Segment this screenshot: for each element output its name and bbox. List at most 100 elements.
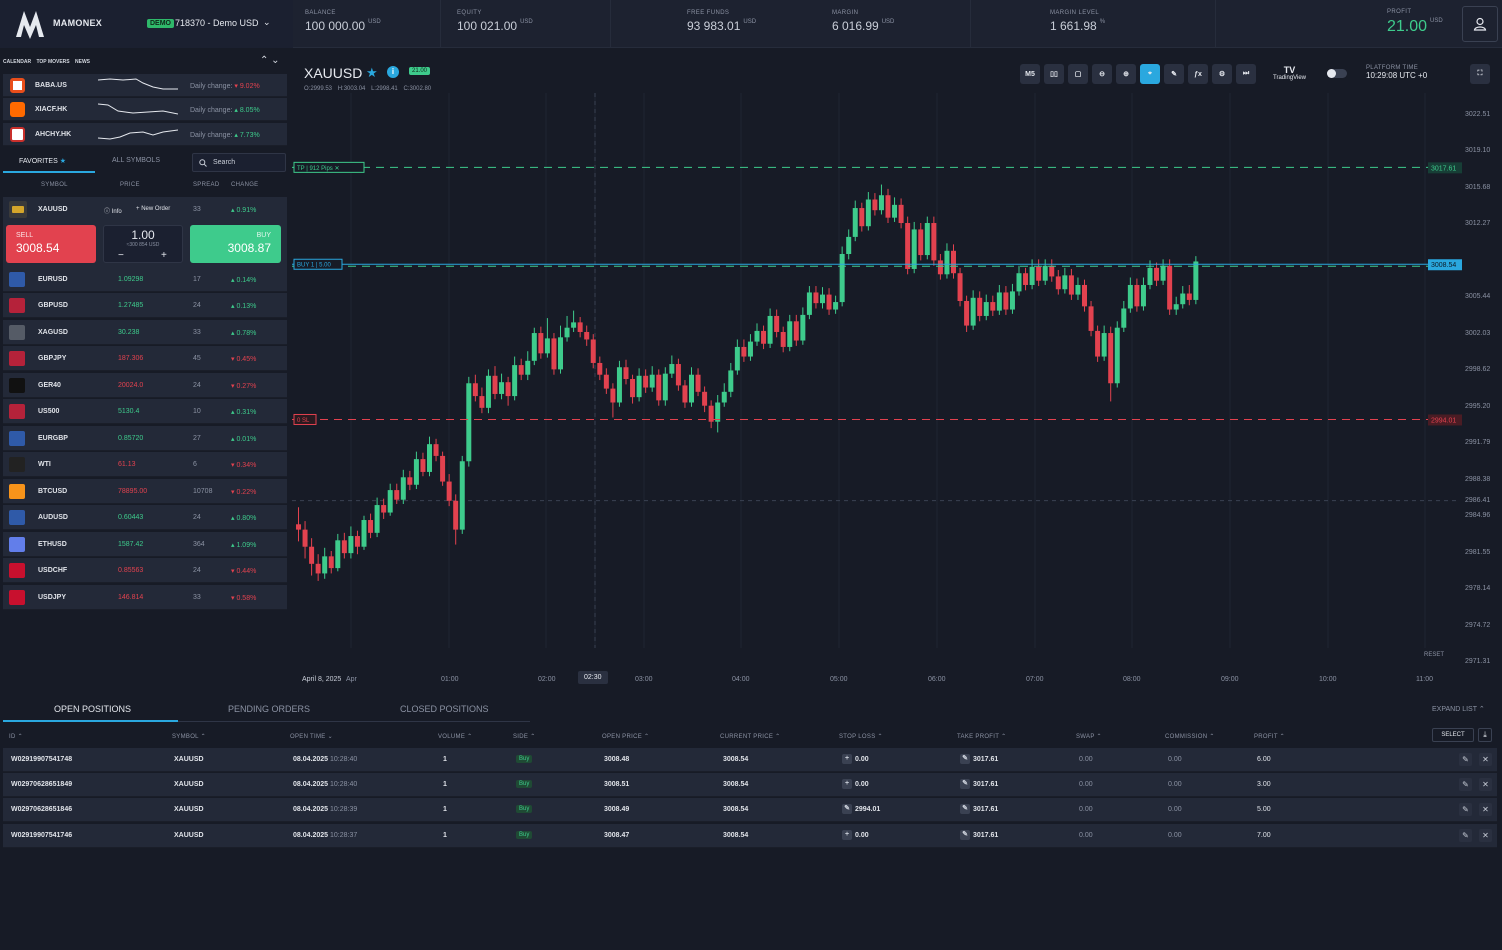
- symbol-row[interactable]: USDCHF 0.85563 24 ▾ 0.44%: [3, 558, 287, 583]
- candle-body[interactable]: [400, 477, 406, 500]
- timeframe-button[interactable]: M5: [1020, 64, 1040, 84]
- column-header[interactable]: PROFIT ⌃: [1254, 733, 1285, 740]
- indicators-icon[interactable]: ƒx: [1188, 64, 1208, 84]
- take-profit-cell[interactable]: ✎ 3017.61: [960, 754, 998, 764]
- candle-body[interactable]: [1121, 308, 1127, 328]
- candle-body[interactable]: [767, 315, 773, 344]
- symbol-row[interactable]: BTCUSD 78895.00 10708 ▾ 0.22%: [3, 479, 287, 504]
- edit-icon[interactable]: ✎: [1459, 778, 1472, 791]
- candle-body[interactable]: [485, 375, 491, 408]
- candle-body[interactable]: [466, 383, 472, 462]
- position-row[interactable]: W02919907541748 XAUUSD 08.04.2025 10:28:40…: [3, 748, 1497, 772]
- candle-body[interactable]: [911, 229, 917, 269]
- position-row[interactable]: W02970628651849 XAUUSD 08.04.2025 10:28:40…: [3, 773, 1497, 797]
- symbol-row[interactable]: XAGUSD 30.238 33 ▴ 0.78%: [3, 320, 287, 345]
- candle-body[interactable]: [472, 383, 478, 397]
- symbol-row[interactable]: GBPJPY 187.306 45 ▾ 0.45%: [3, 346, 287, 371]
- take-profit-cell[interactable]: ✎ 3017.61: [960, 830, 998, 840]
- chevron-up-icon[interactable]: ⌃: [260, 55, 268, 66]
- tab-all-symbols[interactable]: ALL SYMBOLS: [112, 157, 160, 164]
- symbol-row[interactable]: AUDUSD 0.60443 24 ▴ 0.80%: [3, 505, 287, 530]
- settings-gear-icon[interactable]: ⚙: [1212, 64, 1232, 84]
- candle-body[interactable]: [872, 199, 878, 211]
- candle-body[interactable]: [492, 375, 498, 394]
- tab-news[interactable]: NEWS: [75, 59, 90, 65]
- candle-body[interactable]: [328, 556, 334, 569]
- symbol-row[interactable]: EURUSD 1.09298 17 ▴ 0.14%: [3, 267, 287, 292]
- favorite-star-icon[interactable]: ★: [366, 65, 378, 81]
- candle-body[interactable]: [957, 273, 963, 302]
- tab-closed-positions[interactable]: CLOSED POSITIONS: [400, 704, 489, 714]
- candle-body[interactable]: [787, 321, 793, 347]
- download-icon[interactable]: ⤓: [1478, 728, 1492, 742]
- candle-body[interactable]: [964, 301, 970, 326]
- candle-body[interactable]: [1095, 330, 1101, 357]
- candle-body[interactable]: [1003, 292, 1009, 310]
- candle-body[interactable]: [420, 459, 426, 472]
- tab-calendar[interactable]: CALENDAR: [3, 59, 31, 65]
- plus-icon[interactable]: +: [842, 754, 852, 764]
- candle-body[interactable]: [728, 370, 734, 392]
- candle-body[interactable]: [826, 294, 832, 310]
- candle-body[interactable]: [544, 338, 550, 354]
- candle-body[interactable]: [354, 536, 360, 547]
- candle-body[interactable]: [924, 223, 930, 256]
- candle-body[interactable]: [1062, 275, 1068, 290]
- candle-body[interactable]: [937, 260, 943, 275]
- position-row[interactable]: W02970628651846 XAUUSD 08.04.2025 10:28:39…: [3, 798, 1497, 822]
- candle-body[interactable]: [918, 229, 924, 256]
- candle-body[interactable]: [512, 365, 518, 397]
- candle-body[interactable]: [905, 223, 911, 269]
- column-header[interactable]: SWAP ⌃: [1076, 733, 1102, 740]
- plus-icon[interactable]: +: [842, 830, 852, 840]
- edit-icon[interactable]: ✎: [960, 830, 970, 840]
- take-profit-cell[interactable]: ✎ 3017.61: [960, 779, 998, 789]
- candle-body[interactable]: [977, 297, 983, 316]
- candle-body[interactable]: [682, 385, 688, 403]
- candle-body[interactable]: [335, 540, 341, 569]
- symbol-row[interactable]: WTI 61.13 6 ▾ 0.34%: [3, 452, 287, 477]
- candle-body[interactable]: [1186, 293, 1192, 300]
- candle-body[interactable]: [1016, 273, 1022, 292]
- candle-body[interactable]: [1009, 291, 1015, 310]
- mover-row[interactable]: XIACF.HK Daily change: ▴ 8.05%: [3, 98, 287, 121]
- candle-body[interactable]: [1101, 333, 1107, 357]
- candle-body[interactable]: [1147, 267, 1153, 285]
- edit-icon[interactable]: ✎: [842, 804, 852, 814]
- candle-body[interactable]: [525, 360, 531, 375]
- candle-body[interactable]: [944, 250, 950, 275]
- candle-body[interactable]: [616, 367, 622, 403]
- candle-body[interactable]: [551, 338, 557, 370]
- skip-to-end-icon[interactable]: ⏭: [1236, 64, 1256, 84]
- candle-body[interactable]: [1036, 266, 1042, 281]
- column-header[interactable]: OPEN PRICE ⌃: [602, 733, 649, 740]
- candle-body[interactable]: [892, 204, 898, 218]
- candle-body[interactable]: [793, 321, 799, 341]
- candle-body[interactable]: [1127, 284, 1133, 309]
- candle-body[interactable]: [1114, 327, 1120, 384]
- candle-body[interactable]: [649, 374, 655, 388]
- candle-body[interactable]: [407, 477, 413, 485]
- candlestick-chart[interactable]: TP | 912 Pips ✕ BUY 1 | 5.00 0 SL 3017.61 30…: [292, 93, 1462, 668]
- column-header[interactable]: SYMBOL ⌃: [172, 733, 206, 740]
- candle-body[interactable]: [1068, 275, 1074, 295]
- tab-pending-orders[interactable]: PENDING ORDERS: [228, 704, 310, 714]
- crosshair-icon[interactable]: ⌖: [1140, 64, 1160, 84]
- candle-body[interactable]: [1088, 306, 1094, 331]
- candle-body[interactable]: [309, 546, 315, 564]
- candle-body[interactable]: [387, 490, 393, 513]
- candle-body[interactable]: [459, 461, 465, 530]
- candle-body[interactable]: [839, 253, 845, 303]
- column-header[interactable]: ID ⌃: [9, 733, 23, 740]
- candle-body[interactable]: [747, 341, 753, 357]
- symbol-row[interactable]: USDJPY 146.814 33 ▾ 0.58%: [3, 585, 287, 610]
- candle-body[interactable]: [820, 294, 825, 304]
- candle-body[interactable]: [558, 337, 563, 370]
- symbol-row[interactable]: GER40 20024.0 24 ▾ 0.27%: [3, 373, 287, 398]
- symbol-row[interactable]: US500 5130.4 10 ▴ 0.31%: [3, 399, 287, 424]
- candle-body[interactable]: [702, 391, 708, 406]
- collapse-toggle[interactable]: ⌃ ⌄: [260, 55, 280, 66]
- candle-body[interactable]: [302, 529, 308, 547]
- candle-body[interactable]: [368, 520, 374, 533]
- candle-body[interactable]: [1173, 304, 1179, 310]
